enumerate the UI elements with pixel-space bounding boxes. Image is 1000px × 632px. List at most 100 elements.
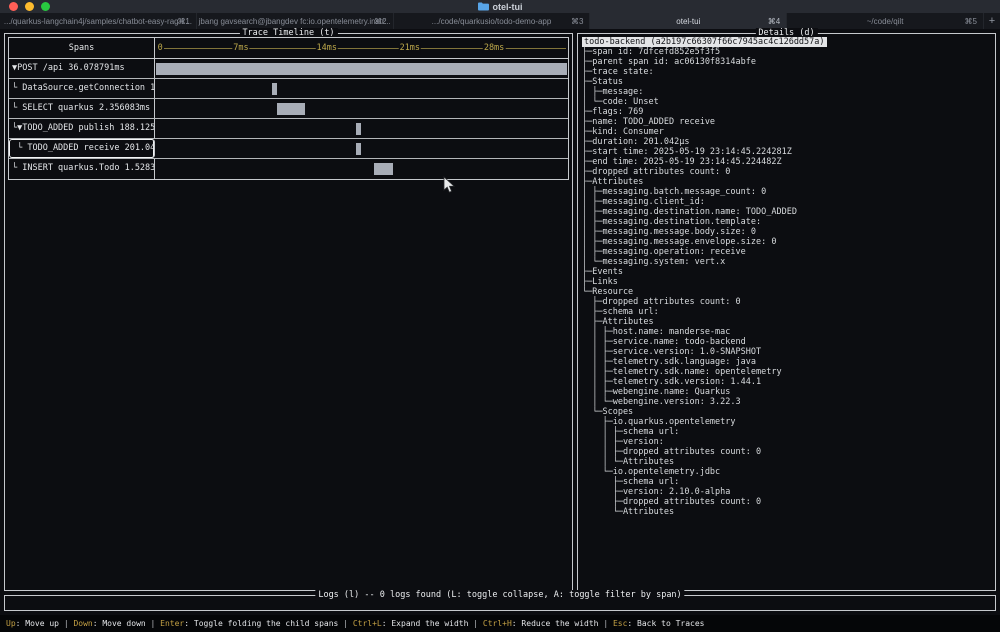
details-tree-line: │ ├─schema url: (582, 427, 993, 437)
new-tab-button[interactable]: + (984, 13, 1000, 29)
span-row: └ SELECT quarkus 2.356083ms (9, 99, 568, 119)
statusbar-separator: | (338, 619, 352, 628)
window-title: otel-tui (493, 2, 523, 12)
traffic-lights (9, 2, 50, 11)
details-tree-line: ├─trace state: (582, 67, 993, 77)
details-content[interactable]: todo-backend (a2b197c66307f66c7945ac4c12… (582, 37, 993, 587)
details-tree-line: ├─parent span id: ac06130f8314abfe (582, 57, 993, 67)
details-resource-header[interactable]: todo-backend (a2b197c66307f66c7945ac4c12… (582, 37, 827, 47)
span-row-track (155, 79, 568, 98)
details-tree-line: ├─flags: 769 (582, 107, 993, 117)
window-titlebar: otel-tui (0, 0, 1000, 13)
spans-table-header: Spans 07ms14ms21ms28ms (9, 38, 568, 59)
spans-table: Spans 07ms14ms21ms28ms ▼POST /api 36.078… (8, 37, 569, 180)
span-row: └▼TODO_ADDED publish 188.125µs (9, 119, 568, 139)
span-row: ▼POST /api 36.078791ms (9, 59, 568, 79)
status-bar: Up: Move up | Down: Move down | Enter: T… (0, 615, 1000, 632)
details-tree-line: ├─duration: 201.042µs (582, 137, 993, 147)
statusbar-separator: | (59, 619, 73, 628)
statusbar-description: : Back to Traces (627, 619, 704, 628)
terminal-tab-1[interactable]: .../quarkus-langchain4j/samples/chatbot-… (0, 13, 197, 29)
span-duration-bar (356, 123, 361, 135)
statusbar-separator: | (468, 619, 482, 628)
details-tree-line: │ ├─message: (582, 87, 993, 97)
terminal-tab-3[interactable]: .../code/quarkusio/todo-demo-app ⌘3 (394, 13, 591, 29)
details-tree-line: │ ├─webengine.name: Quarkus (582, 387, 993, 397)
statusbar-key: Enter (160, 619, 184, 628)
tab-label: jbang gavsearch@jbangdev fc:io.opentelem… (199, 17, 391, 26)
span-row-label[interactable]: └ TODO_ADDED receive 201.042µ (9, 139, 155, 158)
details-tree-line: │ ├─telemetry.sdk.name: opentelemetry (582, 367, 993, 377)
ruler-tick: 0 (157, 43, 164, 54)
span-row-label[interactable]: ▼POST /api 36.078791ms (9, 59, 155, 78)
terminal-screen: Trace Timeline (t) Spans 07ms14ms21ms28m… (0, 29, 1000, 632)
details-tree-line: │ ├─host.name: manderse-mac (582, 327, 993, 337)
folder-icon (478, 2, 489, 11)
span-duration-bar (374, 163, 393, 175)
statusbar-separator: | (599, 619, 613, 628)
ruler-tick: 21ms (399, 43, 421, 54)
maximize-window-icon[interactable] (41, 2, 50, 11)
minimize-window-icon[interactable] (25, 2, 34, 11)
details-tree-line: ├─start time: 2025-05-19 23:14:45.224281… (582, 147, 993, 157)
terminal-tab-2[interactable]: jbang gavsearch@jbangdev fc:io.opentelem… (197, 13, 394, 29)
tab-shortcut: ⌘4 (764, 13, 780, 29)
details-tree-line: ├─Links (582, 277, 993, 287)
details-tree: ├─span id: 7dfcefd852e5f3f5├─parent span… (582, 47, 993, 517)
terminal-tab-4[interactable]: otel-tui ⌘4 (590, 13, 787, 29)
details-tree-line: ├─schema url: (582, 307, 993, 317)
details-tree-line: └─Attributes (582, 507, 993, 517)
ruler-tick: 28ms (483, 43, 505, 54)
tab-label: .../code/quarkusio/todo-demo-app (432, 17, 552, 26)
details-tree-line: └─io.opentelemetry.jdbc (582, 467, 993, 477)
tab-label: .../quarkus-langchain4j/samples/chatbot-… (4, 17, 192, 26)
span-duration-bar (277, 103, 305, 115)
tab-shortcut: ⌘5 (961, 13, 977, 29)
statusbar-description: : Toggle folding the child spans (184, 619, 338, 628)
details-tree-line: ├─span id: 7dfcefd852e5f3f5 (582, 47, 993, 57)
ruler-tick: 7ms (232, 43, 249, 54)
details-tree-line: ├─Events (582, 267, 993, 277)
details-tree-line: │ ├─messaging.message.envelope.size: 0 (582, 237, 993, 247)
details-tree-line: ├─dropped attributes count: 0 (582, 497, 993, 507)
tab-shortcut: ⌘2 (370, 13, 386, 29)
close-window-icon[interactable] (9, 2, 18, 11)
details-tree-line: │ ├─version: (582, 437, 993, 447)
statusbar-separator: | (146, 619, 160, 628)
span-row: └ TODO_ADDED receive 201.042µ (9, 139, 568, 159)
tab-bar: .../quarkus-langchain4j/samples/chatbot-… (0, 13, 1000, 29)
details-tree-line: │ ├─messaging.destination.name: TODO_ADD… (582, 207, 993, 217)
tab-label: ~/code/qilt (867, 17, 904, 26)
details-tree-line: │ └─Attributes (582, 457, 993, 467)
statusbar-key: Up (6, 619, 16, 628)
statusbar-description: : Reduce the width (512, 619, 599, 628)
logs-panel[interactable]: Logs (l) -- 0 logs found (L: toggle coll… (4, 595, 996, 611)
statusbar-description: : Expand the width (382, 619, 469, 628)
tab-shortcut: ⌘3 (567, 13, 583, 29)
span-row: └ INSERT quarkus.Todo 1.528375 (9, 159, 568, 179)
details-tree-line: ├─Status (582, 77, 993, 87)
span-row-label[interactable]: └ SELECT quarkus 2.356083ms (9, 99, 155, 118)
details-tree-line: ├─Attributes (582, 177, 993, 187)
spans-column-header: Spans (9, 38, 155, 58)
details-tree-line: ├─name: TODO_ADDED receive (582, 117, 993, 127)
statusbar-key: Esc (613, 619, 627, 628)
tab-label: otel-tui (676, 17, 700, 26)
span-duration-bar (356, 143, 361, 155)
details-tree-line: │ ├─service.name: todo-backend (582, 337, 993, 347)
span-duration-bar (156, 63, 567, 75)
span-row-track (155, 159, 568, 179)
details-tree-line: └─Resource (582, 287, 993, 297)
statusbar-key: Ctrl+H (483, 619, 512, 628)
details-tree-line: ├─schema url: (582, 477, 993, 487)
details-tree-line: │ └─code: Unset (582, 97, 993, 107)
details-tree-line: ├─dropped attributes count: 0 (582, 297, 993, 307)
details-panel: Details (d) todo-backend (a2b197c66307f6… (577, 33, 996, 591)
span-row-label[interactable]: └▼TODO_ADDED publish 188.125µs (9, 119, 155, 138)
span-row-label[interactable]: └ DataSource.getConnection 163 (9, 79, 155, 98)
details-tree-line: │ ├─messaging.client_id: (582, 197, 993, 207)
window-title-area: otel-tui (0, 0, 1000, 13)
terminal-tab-5[interactable]: ~/code/qilt ⌘5 (787, 13, 984, 29)
details-tree-line: │ ├─messaging.message.body.size: 0 (582, 227, 993, 237)
span-row-label[interactable]: └ INSERT quarkus.Todo 1.528375 (9, 159, 155, 179)
